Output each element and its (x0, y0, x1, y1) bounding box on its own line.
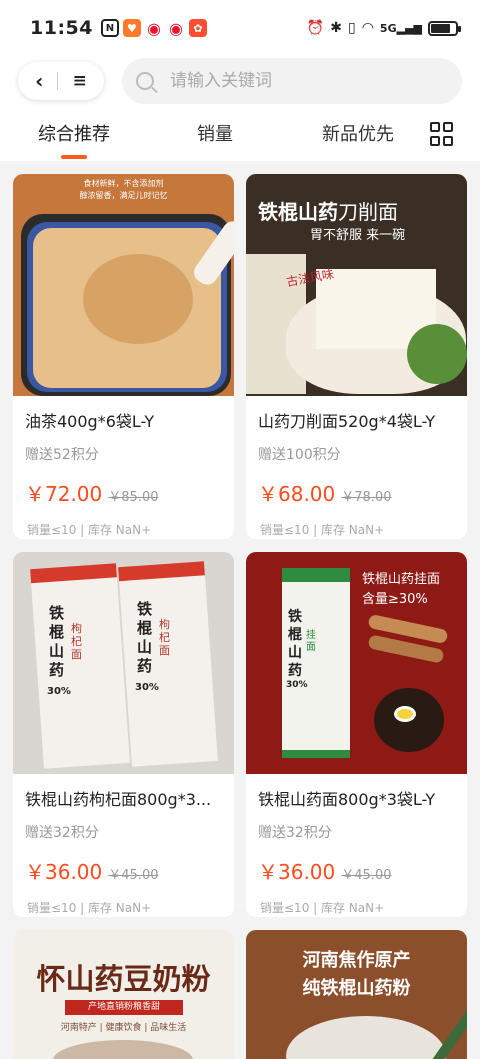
product-image[interactable]: 铁棍山药刀削面 胃不舒服 来一碗 古法风味 (246, 174, 467, 396)
search-icon (136, 72, 154, 90)
product-name: 铁棍山药枸杞面800g*3... (25, 790, 212, 809)
image-title: 河南焦作原产 (302, 950, 411, 971)
image-subtitle: 胃不舒服 来一碗 (310, 228, 406, 243)
signal-icon: 5G▂▄▆ (379, 21, 422, 35)
product-card[interactable]: 怀山药豆奶粉 产地直销粉粮香甜 河南特产 | 健康饮食 | 品味生活 (13, 930, 234, 1059)
package-flavor: 枸杞面 (71, 622, 82, 661)
top-area: 11:54 N ♥ ◉ ◉ ✿ ⏰ ✱ ▯ ◠ 5G▂▄▆ ‹ ≡ 综 (0, 0, 480, 161)
package-text: 铁棍山药 (288, 609, 302, 679)
vibrate-icon: ▯ (347, 20, 356, 36)
image-title: 刀削面 (338, 200, 398, 224)
product-price: ￥68.00 (258, 482, 336, 506)
back-icon[interactable]: ‹ (35, 71, 43, 91)
bluetooth-icon: ✱ (330, 20, 342, 36)
package-text: 铁棍山药 (49, 604, 65, 679)
image-band: 产地直销粉粮香甜 (65, 1000, 183, 1015)
product-card[interactable]: 河南焦作原产 纯铁棍山药粉 (246, 930, 467, 1059)
product-image[interactable]: 铁棍山药 铁棍山药 枸杞面 枸杞面 30% 30% (13, 552, 234, 774)
original-price: ￥45.00 (108, 868, 159, 883)
tab-label: 新品优先 (322, 124, 394, 145)
grid-layout-icon[interactable] (430, 122, 454, 146)
package-text: 铁棍山药 (137, 600, 153, 675)
sales-stock: 销量≤10 | 库存 NaN+ (27, 901, 152, 915)
capsule-divider (57, 72, 59, 90)
product-card[interactable]: 食材新鲜，不含添加剂 醇浓留香，满足儿时记忆 油茶400g*6袋L-Y 赠送52… (13, 174, 234, 539)
product-card[interactable]: 铁棍山药刀削面 胃不舒服 来一碗 古法风味 山药刀削面520g*4袋L-Y 赠送… (246, 174, 467, 539)
package-percent: 30% (47, 686, 71, 697)
image-title: 纯铁棍山药粉 (302, 978, 411, 999)
notification-icons: N ♥ ◉ ◉ ✿ (100, 19, 207, 38)
nav-capsule: ‹ ≡ (18, 62, 104, 100)
product-name: 铁棍山药面800g*3袋L-Y (258, 790, 436, 809)
tab-recommended[interactable]: 综合推荐 (38, 120, 110, 159)
tab-label: 销量 (197, 124, 233, 145)
package-flavor: 枸杞面 (159, 618, 170, 657)
product-points: 赠送100积分 (258, 447, 341, 463)
product-image[interactable]: 铁棍山药 挂面 30% 铁棍山药挂面 含量≥30% (246, 552, 467, 774)
weibo-icon: ◉ (144, 19, 163, 38)
package-flavor: 挂面 (306, 630, 316, 653)
menu-icon[interactable]: ≡ (73, 72, 87, 90)
tab-new[interactable]: 新品优先 (322, 120, 394, 146)
product-image[interactable]: 河南焦作原产 纯铁棍山药粉 (246, 930, 467, 1059)
tab-sales[interactable]: 销量 (197, 120, 233, 146)
weibo-icon-2: ◉ (166, 19, 185, 38)
package-percent: 30% (286, 680, 308, 690)
product-name: 油茶400g*6袋L-Y (25, 412, 155, 431)
original-price: ￥45.00 (341, 868, 392, 883)
search-input[interactable] (170, 71, 430, 91)
original-price: ￥78.00 (341, 490, 392, 505)
product-card[interactable]: 铁棍山药 挂面 30% 铁棍山药挂面 含量≥30% 铁棍山药面800g*3袋L-… (246, 552, 467, 917)
image-title: 铁棍山药 (258, 200, 338, 224)
nav-bar: ‹ ≡ (0, 56, 480, 106)
original-price: ￥85.00 (108, 490, 159, 505)
status-bar: 11:54 N ♥ ◉ ◉ ✿ ⏰ ✱ ▯ ◠ 5G▂▄▆ (0, 0, 480, 56)
sales-stock: 销量≤10 | 库存 NaN+ (260, 523, 385, 537)
system-icons: ⏰ ✱ ▯ ◠ 5G▂▄▆ (306, 20, 461, 36)
product-image[interactable]: 食材新鲜，不含添加剂 醇浓留香，满足儿时记忆 (13, 174, 234, 396)
image-caption: 含量≥30% (362, 592, 428, 607)
product-name: 山药刀削面520g*4袋L-Y (258, 412, 436, 431)
product-price: ￥72.00 (25, 482, 103, 506)
product-image[interactable]: 怀山药豆奶粉 产地直销粉粮香甜 河南特产 | 健康饮食 | 品味生活 (13, 930, 234, 1059)
product-card[interactable]: 铁棍山药 铁棍山药 枸杞面 枸杞面 30% 30% 铁棍山药枸杞面800g*3.… (13, 552, 234, 917)
product-price: ￥36.00 (25, 860, 103, 884)
app-notification-icon: ♥ (122, 19, 141, 37)
image-title: 怀山药豆奶粉 (36, 962, 211, 996)
sort-tabs: 综合推荐 销量 新品优先 (0, 108, 480, 160)
status-time: 11:54 (30, 17, 93, 39)
image-caption: 食材新鲜，不含添加剂 (83, 179, 164, 188)
nfc-icon: N (100, 19, 119, 37)
battery-icon (428, 20, 461, 36)
tab-label: 综合推荐 (38, 124, 110, 145)
product-points: 赠送52积分 (25, 447, 99, 463)
active-tab-indicator (61, 155, 87, 159)
app-icon: ✿ (188, 19, 207, 37)
image-subtitle: 河南特产 | 健康饮食 | 品味生活 (60, 1023, 187, 1033)
alarm-icon: ⏰ (306, 20, 325, 36)
search-bar[interactable] (122, 58, 462, 104)
sales-stock: 销量≤10 | 库存 NaN+ (260, 901, 385, 915)
package-percent: 30% (135, 682, 159, 693)
product-price: ￥36.00 (258, 860, 336, 884)
image-caption: 铁棍山药挂面 (362, 572, 441, 587)
image-caption: 醇浓留香，满足儿时记忆 (79, 191, 168, 200)
wifi-icon: ◠ (361, 20, 374, 36)
product-points: 赠送32积分 (258, 825, 332, 841)
sales-stock: 销量≤10 | 库存 NaN+ (27, 523, 152, 537)
product-points: 赠送32积分 (25, 825, 99, 841)
